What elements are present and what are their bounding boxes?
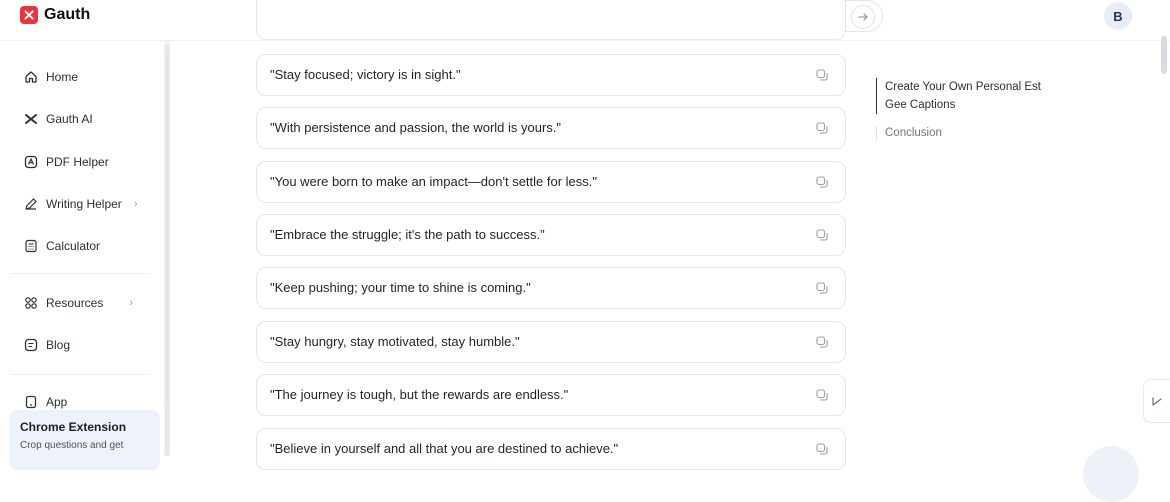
table-of-contents: Create Your Own Personal Est Gee Caption… bbox=[876, 78, 1076, 140]
copy-icon[interactable] bbox=[816, 282, 828, 294]
submit-button[interactable] bbox=[851, 5, 875, 29]
toc-item-conclusion[interactable]: Conclusion bbox=[876, 126, 1076, 140]
home-icon bbox=[25, 71, 37, 83]
sidebar-item-label: Calculator bbox=[46, 239, 101, 253]
pdf-icon bbox=[24, 155, 38, 169]
gauth-logo-icon bbox=[20, 6, 38, 24]
sidebar-item-label: Writing Helper bbox=[46, 197, 122, 211]
sidebar-scrollbar-thumb[interactable] bbox=[165, 45, 169, 456]
copy-icon[interactable] bbox=[816, 389, 828, 401]
chevron-right-icon: › bbox=[129, 297, 134, 309]
quote-text: "Stay focused; victory is in sight." bbox=[270, 67, 461, 82]
toc-item-label: Conclusion bbox=[885, 127, 942, 139]
copy-icon[interactable] bbox=[816, 336, 828, 348]
quote-text: "You were born to make an impact—don't s… bbox=[270, 174, 598, 189]
sidebar-scrollbar[interactable] bbox=[164, 41, 170, 456]
quote-card: "You were born to make an impact—don't s… bbox=[256, 161, 846, 203]
sidebar-item-label: PDF Helper bbox=[46, 155, 109, 169]
quote-text: "The journey is tough, but the rewards a… bbox=[270, 387, 569, 402]
floating-assistant-button[interactable] bbox=[1083, 446, 1139, 502]
copy-icon[interactable] bbox=[816, 443, 828, 455]
quote-text: "Believe in yourself and all that you ar… bbox=[270, 441, 619, 456]
logo-text: Gauth bbox=[44, 6, 91, 23]
quote-card: "With persistence and passion, the world… bbox=[256, 107, 846, 149]
toc-item-label: Create Your Own Personal Est bbox=[885, 81, 1041, 93]
chevron-right-icon: › bbox=[133, 198, 138, 210]
sidebar-item-label: Resources bbox=[46, 296, 104, 310]
copy-icon[interactable] bbox=[816, 122, 828, 134]
sidebar-item-resources[interactable]: Resources › bbox=[24, 293, 133, 313]
promo-text: Crop questions and get bbox=[20, 440, 124, 451]
sidebar: Home Gauth AI PDF Helper Writing Helper … bbox=[0, 41, 164, 470]
copy-icon[interactable] bbox=[816, 176, 828, 188]
sidebar-item-label: Home bbox=[46, 70, 79, 84]
quote-text: "Stay hungry, stay motivated, stay humbl… bbox=[270, 334, 520, 349]
gauth-logo[interactable]: Gauth bbox=[20, 6, 90, 24]
blog-icon bbox=[24, 338, 38, 352]
quote-card: "The journey is tough, but the rewards a… bbox=[256, 374, 846, 416]
sidebar-item-pdf-helper[interactable]: PDF Helper bbox=[24, 152, 109, 172]
calculator-icon bbox=[25, 239, 37, 253]
quote-card bbox=[256, 0, 846, 40]
sidebar-item-home[interactable]: Home bbox=[24, 67, 78, 87]
copy-icon[interactable] bbox=[816, 229, 828, 241]
sidebar-divider bbox=[10, 374, 151, 375]
grid-icon bbox=[25, 297, 37, 309]
phone-icon bbox=[25, 395, 37, 409]
sidebar-item-writing-helper[interactable]: Writing Helper › bbox=[24, 194, 137, 214]
toc-item-label: Gee Captions bbox=[885, 99, 956, 111]
promo-title: Chrome Extension bbox=[20, 420, 127, 434]
sidebar-item-calculator[interactable]: Calculator bbox=[24, 236, 100, 256]
arrow-right-icon bbox=[858, 13, 868, 21]
quote-card: "Stay focused; victory is in sight." bbox=[256, 54, 846, 96]
quote-card: "Believe in yourself and all that you ar… bbox=[256, 428, 846, 470]
quote-card: "Keep pushing; your time to shine is com… bbox=[256, 267, 846, 309]
sidebar-item-label: App bbox=[46, 395, 68, 409]
avatar[interactable]: B bbox=[1104, 2, 1132, 30]
sidebar-item-gauth-ai[interactable]: Gauth AI bbox=[24, 109, 93, 129]
toc-item-active[interactable]: Create Your Own Personal Est Gee Caption… bbox=[876, 78, 1076, 114]
copy-icon[interactable] bbox=[816, 69, 828, 81]
page-scrollbar-thumb[interactable] bbox=[1161, 36, 1167, 74]
quote-text: "Embrace the struggle; it's the path to … bbox=[270, 227, 545, 242]
sidebar-item-label: Gauth AI bbox=[46, 112, 93, 126]
sidebar-item-label: Blog bbox=[46, 338, 71, 352]
chrome-extension-promo[interactable]: Chrome Extension Crop questions and get bbox=[10, 410, 160, 470]
quote-card: "Embrace the struggle; it's the path to … bbox=[256, 214, 846, 256]
side-panel-toggle[interactable] bbox=[1143, 379, 1170, 423]
gauth-ai-icon bbox=[25, 114, 37, 124]
expand-icon bbox=[1152, 397, 1162, 406]
sidebar-item-app[interactable]: App bbox=[24, 392, 67, 412]
sidebar-divider bbox=[10, 273, 151, 274]
quote-text: "Keep pushing; your time to shine is com… bbox=[270, 280, 531, 295]
quote-text: "With persistence and passion, the world… bbox=[270, 120, 562, 135]
sidebar-item-blog[interactable]: Blog bbox=[24, 335, 70, 355]
pen-icon bbox=[25, 198, 37, 210]
quote-card: "Stay hungry, stay motivated, stay humbl… bbox=[256, 321, 846, 363]
